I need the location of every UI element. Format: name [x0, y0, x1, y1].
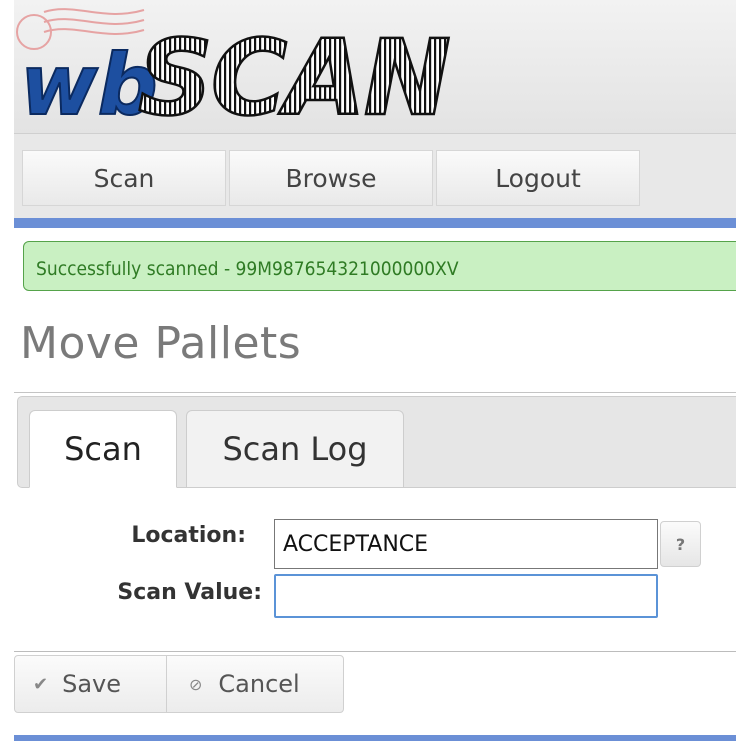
save-button-label: Save: [62, 670, 122, 698]
cancel-button[interactable]: ⊘ Cancel: [167, 656, 343, 712]
tab-bar: Scan Scan Log: [17, 396, 736, 488]
footer-accent-bar: [14, 735, 736, 741]
prohibited-icon: ⊘: [189, 674, 203, 694]
scan-value-field[interactable]: [274, 574, 658, 618]
tab-scan[interactable]: Scan: [29, 410, 177, 488]
save-button[interactable]: ✔ Save: [15, 656, 167, 712]
nav-accent-bar: [14, 218, 736, 228]
success-message: Successfully scanned - 99M98765432100000…: [23, 241, 736, 291]
nav-scan-button[interactable]: Scan: [22, 150, 226, 206]
main-nav: Scan Browse Logout: [14, 134, 736, 218]
page-title: Move Pallets: [20, 318, 302, 369]
form-actions: ✔ Save ⊘ Cancel: [14, 655, 344, 713]
svg-text:SCAN: SCAN: [138, 17, 449, 128]
page: wb SCAN Scan Browse Logout Successfully …: [0, 0, 736, 741]
form-divider: [14, 651, 736, 652]
nav-browse-button[interactable]: Browse: [229, 150, 433, 206]
nav-logout-button[interactable]: Logout: [436, 150, 640, 206]
scan-value-label: Scan Value:: [117, 580, 262, 605]
header: wb SCAN: [14, 0, 736, 134]
wbscan-logo: wb SCAN: [16, 8, 452, 128]
location-label: Location:: [131, 523, 246, 548]
location-help-button[interactable]: ?: [660, 521, 701, 567]
location-field[interactable]: [274, 519, 658, 569]
checkmark-icon: ✔: [33, 673, 49, 695]
title-divider: [14, 392, 736, 393]
tab-scan-log[interactable]: Scan Log: [186, 410, 404, 488]
cancel-button-label: Cancel: [218, 670, 300, 698]
success-message-text: Successfully scanned - 99M98765432100000…: [36, 258, 459, 280]
